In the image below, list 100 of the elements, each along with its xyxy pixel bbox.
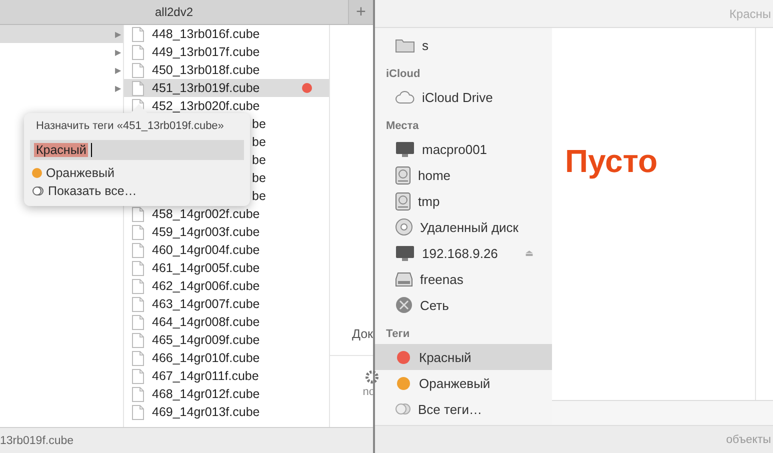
file-name: 458_14gr002f.cube bbox=[152, 207, 260, 221]
document-icon bbox=[132, 242, 144, 258]
file-name: 452_13rb020f.cube bbox=[152, 99, 260, 113]
tag-suggestion[interactable]: Оранжевый bbox=[30, 164, 244, 182]
sidebar-label: tmp bbox=[418, 194, 440, 208]
file-name: 466_14gr010f.cube bbox=[152, 351, 260, 365]
sidebar-item[interactable]: Удаленный диск bbox=[375, 214, 552, 240]
file-name: be bbox=[252, 153, 266, 167]
tag-field[interactable]: Красный bbox=[30, 140, 244, 160]
file-name: 467_14gr011f.cube bbox=[152, 369, 259, 383]
sidebar-item[interactable]: iCloud Drive bbox=[375, 84, 552, 110]
server-icon bbox=[395, 272, 413, 286]
folder-row[interactable]: ▶ bbox=[0, 61, 123, 79]
hard-drive-icon bbox=[395, 166, 411, 184]
document-icon bbox=[132, 224, 144, 240]
popover-title: Назначить теги «451_13rb019f.cube» bbox=[35, 120, 225, 132]
file-row[interactable]: 449_13rb017f.cube bbox=[124, 43, 329, 61]
document-icon bbox=[132, 296, 144, 312]
file-name: 451_13rb019f.cube bbox=[152, 81, 260, 95]
sidebar-label: home bbox=[418, 168, 451, 182]
file-row[interactable]: 451_13rb019f.cube bbox=[124, 79, 329, 97]
file-row[interactable]: 461_14gr005f.cube bbox=[124, 259, 329, 277]
document-icon bbox=[132, 206, 144, 222]
file-row[interactable]: 467_14gr011f.cube bbox=[124, 367, 329, 385]
document-icon bbox=[132, 368, 144, 384]
sidebar-item[interactable]: s bbox=[375, 32, 552, 58]
file-row[interactable]: 466_14gr010f.cube bbox=[124, 349, 329, 367]
sidebar-item[interactable]: tmp bbox=[375, 188, 552, 214]
file-name: 462_14gr006f.cube bbox=[152, 279, 260, 293]
file-row[interactable]: 468_14gr012f.cube bbox=[124, 385, 329, 403]
sidebar-item[interactable]: Оранжевый bbox=[375, 370, 552, 396]
document-icon bbox=[132, 314, 144, 330]
sidebar-item[interactable]: 192.168.9.26 ⏏ bbox=[375, 240, 552, 266]
sidebar-item[interactable]: Сеть bbox=[375, 292, 552, 318]
sidebar-item[interactable]: home bbox=[375, 162, 552, 188]
sidebar-label: Красный bbox=[419, 350, 472, 364]
document-icon bbox=[132, 386, 144, 402]
document-icon bbox=[132, 350, 144, 366]
status-text: объекты bbox=[726, 434, 771, 446]
folder-icon bbox=[395, 38, 415, 52]
file-row[interactable]: 460_14gr004f.cube bbox=[124, 241, 329, 259]
file-row[interactable]: 459_14gr003f.cube bbox=[124, 223, 329, 241]
disc-icon bbox=[395, 218, 413, 236]
file-row[interactable]: 450_13rb018f.cube bbox=[124, 61, 329, 79]
file-name: 459_14gr003f.cube bbox=[152, 225, 260, 239]
preview-label: Док bbox=[352, 327, 373, 341]
document-icon bbox=[132, 260, 144, 276]
sidebar-item[interactable]: Красный bbox=[375, 344, 552, 370]
disclosure-arrow[interactable]: ▶ bbox=[115, 66, 121, 74]
file-name: be bbox=[252, 189, 266, 203]
monitor-icon bbox=[395, 140, 415, 158]
sidebar-label: 192.168.9.26 bbox=[422, 246, 498, 260]
file-name: 450_13rb018f.cube bbox=[152, 63, 260, 77]
sidebar-label: Оранжевый bbox=[419, 376, 490, 390]
sidebar-label: Все теги… bbox=[418, 402, 482, 416]
sidebar-label: freenas bbox=[420, 272, 464, 286]
document-icon bbox=[132, 80, 144, 96]
sidebar-item[interactable]: macpro001 bbox=[375, 136, 552, 162]
document-icon bbox=[132, 332, 144, 348]
monitor-icon bbox=[395, 244, 415, 262]
sidebar-item[interactable]: freenas bbox=[375, 266, 552, 292]
document-icon bbox=[132, 44, 144, 60]
sidebar-item[interactable]: Все теги… bbox=[375, 396, 552, 422]
sidebar-label: s bbox=[422, 38, 428, 52]
disclosure-arrow[interactable]: ▶ bbox=[115, 84, 121, 92]
file-name: be bbox=[252, 117, 266, 131]
section-header: Теги bbox=[385, 327, 411, 342]
file-row[interactable]: 463_14gr007f.cube bbox=[124, 295, 329, 313]
disclosure-arrow[interactable]: ▶ bbox=[115, 48, 121, 56]
path-text: 13rb019f.cube bbox=[0, 434, 74, 446]
all-tags-icon bbox=[32, 186, 44, 196]
sidebar-label: iCloud Drive bbox=[422, 90, 493, 104]
section-header: Места bbox=[385, 119, 420, 134]
file-row[interactable]: 465_14gr009f.cube bbox=[124, 331, 329, 349]
file-name: be bbox=[252, 135, 266, 149]
sidebar-label: Сеть bbox=[420, 298, 449, 312]
folder-row[interactable]: ▶ bbox=[0, 79, 123, 97]
document-icon bbox=[132, 26, 144, 42]
file-row[interactable]: 448_13rb016f.cube bbox=[124, 25, 329, 43]
file-row[interactable]: 462_14gr006f.cube bbox=[124, 277, 329, 295]
sidebar-label: macpro001 bbox=[422, 142, 488, 156]
file-name: 464_14gr008f.cube bbox=[152, 315, 260, 329]
cloud-icon bbox=[395, 90, 415, 104]
tag-suggestion[interactable]: Показать все… bbox=[30, 182, 244, 200]
file-row[interactable]: 469_14gr013f.cube bbox=[124, 403, 329, 421]
file-name: 460_14gr004f.cube bbox=[152, 243, 260, 257]
document-icon bbox=[132, 62, 144, 78]
tag-token[interactable]: Красный bbox=[34, 143, 88, 157]
file-name: 448_13rb016f.cube bbox=[152, 27, 260, 41]
folder-row[interactable]: ▶ bbox=[0, 43, 123, 61]
file-row[interactable]: 464_14gr008f.cube bbox=[124, 313, 329, 331]
hard-drive-icon bbox=[395, 192, 411, 210]
file-name: be bbox=[252, 171, 266, 185]
file-name: 465_14gr009f.cube bbox=[152, 333, 260, 347]
document-icon bbox=[132, 278, 144, 294]
file-name: 463_14gr007f.cube bbox=[152, 297, 260, 311]
file-name: 469_14gr013f.cube bbox=[152, 405, 260, 419]
file-row[interactable]: 458_14gr002f.cube bbox=[124, 205, 329, 223]
sidebar-label: Удаленный диск bbox=[420, 220, 518, 234]
file-name: 461_14gr005f.cube bbox=[152, 261, 260, 275]
